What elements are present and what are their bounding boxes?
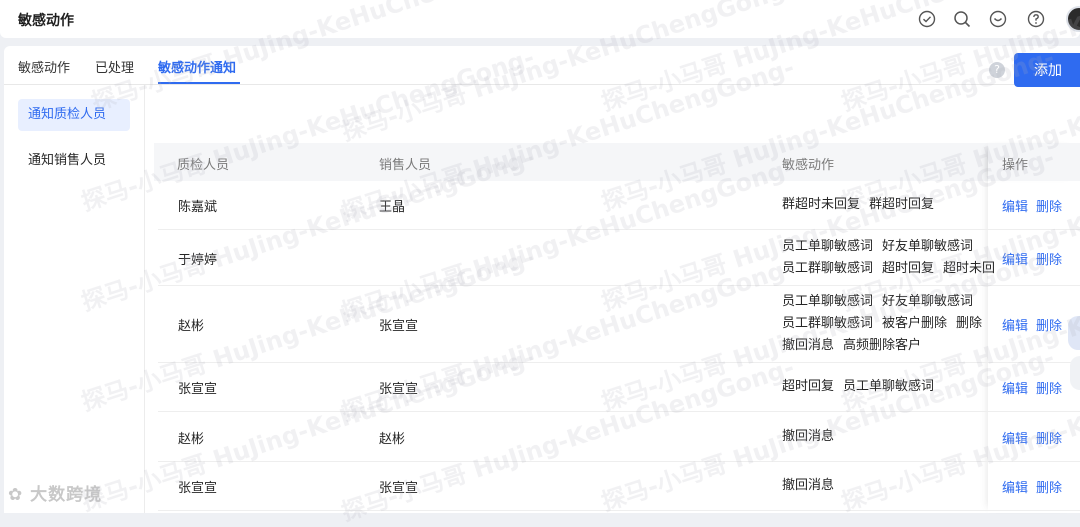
- cell-inspector: 赵彬: [178, 319, 205, 334]
- table-row: 陈嘉斌 王晶 群超时未回复 群超时回复: [158, 181, 988, 230]
- operation-row-divider: [988, 285, 1080, 286]
- help-circle-icon[interactable]: [1025, 8, 1047, 30]
- action-tag: 群超时未回复: [782, 197, 861, 212]
- cell-actions: 员工单聊敏感词 好友单聊敏感词 员工群聊敏感词 超时回复 超时未回: [782, 236, 994, 280]
- operation-row-divider: [988, 362, 1080, 363]
- action-line: 员工单聊敏感词 好友单聊敏感词: [782, 236, 994, 258]
- cell-actions: 撤回消息: [782, 426, 994, 448]
- table-row: 赵彬 赵彬 撤回消息: [158, 412, 988, 462]
- check-circle-icon[interactable]: [916, 8, 938, 30]
- edit-button[interactable]: 编辑: [1002, 196, 1028, 215]
- delete-button[interactable]: 删除: [1036, 428, 1062, 447]
- operation-row-divider: [988, 411, 1080, 412]
- delete-button[interactable]: 删除: [1036, 378, 1062, 397]
- sidebar-item-notify-inspectors[interactable]: 通知质检人员: [18, 99, 130, 131]
- action-tag: 员工单聊敏感词: [843, 379, 935, 394]
- operation-row-divider: [988, 510, 1080, 511]
- action-tag: 撤回消息: [782, 429, 835, 444]
- action-line: 撤回消息: [782, 426, 994, 448]
- edit-button[interactable]: 编辑: [1002, 249, 1028, 268]
- action-line: 超时回复 员工单聊敏感词: [782, 376, 994, 398]
- operation-row-divider: [988, 461, 1080, 462]
- action-tag: 员工群聊敏感词: [782, 316, 874, 331]
- action-line: 撤回消息: [782, 475, 994, 497]
- action-tag: 高频删除客户: [843, 338, 922, 353]
- cell-actions: 员工单聊敏感词 好友单聊敏感词 员工群聊敏感词 被客户删除 删除 撤回消息 高频删除客户: [782, 291, 994, 357]
- add-button[interactable]: 添加: [1014, 53, 1080, 87]
- column-header-inspector: 质检人员: [177, 158, 230, 173]
- action-line: 员工群聊敏感词 超时回复 超时未回: [782, 258, 994, 280]
- cell-actions: 群超时未回复 群超时回复: [782, 194, 994, 216]
- active-tab-indicator: [158, 82, 240, 84]
- brand-name: 大数跨境: [30, 485, 103, 505]
- cell-sales: 张宣宣: [379, 319, 419, 334]
- cell-sales: 王晶: [379, 200, 406, 215]
- action-tag: 群超时回复: [869, 197, 935, 212]
- cell-inspector: 陈嘉斌: [178, 200, 218, 215]
- cell-sales: 赵彬: [379, 432, 406, 447]
- action-tag: 被客户删除: [882, 316, 948, 331]
- delete-button[interactable]: 删除: [1036, 477, 1062, 496]
- table-header: 质检人员 销售人员 敏感动作: [154, 143, 1076, 181]
- action-tag: 员工群聊敏感词: [782, 261, 874, 276]
- action-tag: 超时未回: [943, 261, 994, 276]
- edit-button[interactable]: 编辑: [1002, 428, 1028, 447]
- table-row: 于婷婷 员工单聊敏感词 好友单聊敏感词 员工群聊敏感词 超时回复 超时未回: [158, 230, 994, 286]
- action-tag: 超时回复: [782, 379, 835, 394]
- brand-logo-icon: ✿: [8, 485, 31, 505]
- page-title: 敏感动作: [18, 13, 74, 29]
- action-line: 撤回消息 高频删除客户: [782, 335, 994, 357]
- edit-button[interactable]: 编辑: [1002, 378, 1028, 397]
- table-row: 张宣宣 张宣宣 超时回复 员工单聊敏感词: [158, 363, 988, 412]
- tab-processed[interactable]: 已处理: [95, 57, 134, 76]
- action-tag: 撤回消息: [782, 478, 835, 493]
- cell-inspector: 赵彬: [178, 432, 205, 447]
- edit-button[interactable]: 编辑: [1002, 477, 1028, 496]
- action-line: 员工群聊敏感词 被客户删除 删除: [782, 313, 994, 335]
- delete-button[interactable]: 删除: [1036, 315, 1062, 334]
- delete-button[interactable]: 删除: [1036, 249, 1062, 268]
- cell-actions: 撤回消息: [782, 475, 994, 497]
- top-bar: 敏感动作: [0, 0, 1080, 38]
- cell-sales: 张宣宣: [379, 382, 419, 397]
- cell-inspector: 于婷婷: [178, 253, 218, 268]
- search-icon[interactable]: [951, 8, 973, 30]
- floating-handle[interactable]: [1068, 316, 1080, 350]
- column-header-sales: 销售人员: [379, 158, 432, 173]
- sidebar: 通知质检人员 通知销售人员: [4, 85, 145, 513]
- operation-column-header: 操作: [988, 143, 1080, 181]
- avatar[interactable]: [1066, 6, 1080, 32]
- column-header-operation: 操作: [1002, 158, 1029, 173]
- table-row: 张宣宣 张宣宣 撤回消息: [158, 462, 988, 511]
- operation-row-divider: [988, 229, 1080, 230]
- action-tag: 撤回消息: [782, 338, 835, 353]
- cell-actions: 超时回复 员工单聊敏感词: [782, 376, 994, 398]
- action-tag: 员工单聊敏感词: [782, 239, 874, 254]
- action-tag: 好友单聊敏感词: [882, 294, 974, 309]
- tab-bar: 敏感动作 已处理 敏感动作通知: [4, 46, 1080, 85]
- floating-handle-secondary[interactable]: [1070, 356, 1080, 390]
- tab-sensitive-actions[interactable]: 敏感动作: [18, 57, 70, 76]
- message-icon[interactable]: [987, 8, 1009, 30]
- edit-button[interactable]: 编辑: [1002, 315, 1028, 334]
- action-tag: 超时回复: [882, 261, 935, 276]
- action-line: 员工单聊敏感词 好友单聊敏感词: [782, 291, 994, 313]
- tab-sensitive-action-notify[interactable]: 敏感动作通知: [158, 57, 236, 76]
- column-header-actions: 敏感动作: [782, 158, 835, 173]
- brand-watermark: ✿ 大数跨境: [8, 480, 102, 505]
- delete-button[interactable]: 删除: [1036, 196, 1062, 215]
- action-tag: 好友单聊敏感词: [882, 239, 974, 254]
- question-icon[interactable]: ?: [989, 62, 1005, 78]
- cell-sales: 张宣宣: [379, 481, 419, 496]
- action-tag: 员工单聊敏感词: [782, 294, 874, 309]
- cell-inspector: 张宣宣: [178, 481, 218, 496]
- cell-inspector: 张宣宣: [178, 382, 218, 397]
- sidebar-item-notify-sales[interactable]: 通知销售人员: [18, 145, 130, 177]
- table-row: 赵彬 张宣宣 员工单聊敏感词 好友单聊敏感词 员工群聊敏感词 被客户删除 删除撤回消息 高频删…: [158, 286, 988, 363]
- action-line: 群超时未回复 群超时回复: [782, 194, 994, 216]
- action-tag: 删除: [956, 316, 983, 331]
